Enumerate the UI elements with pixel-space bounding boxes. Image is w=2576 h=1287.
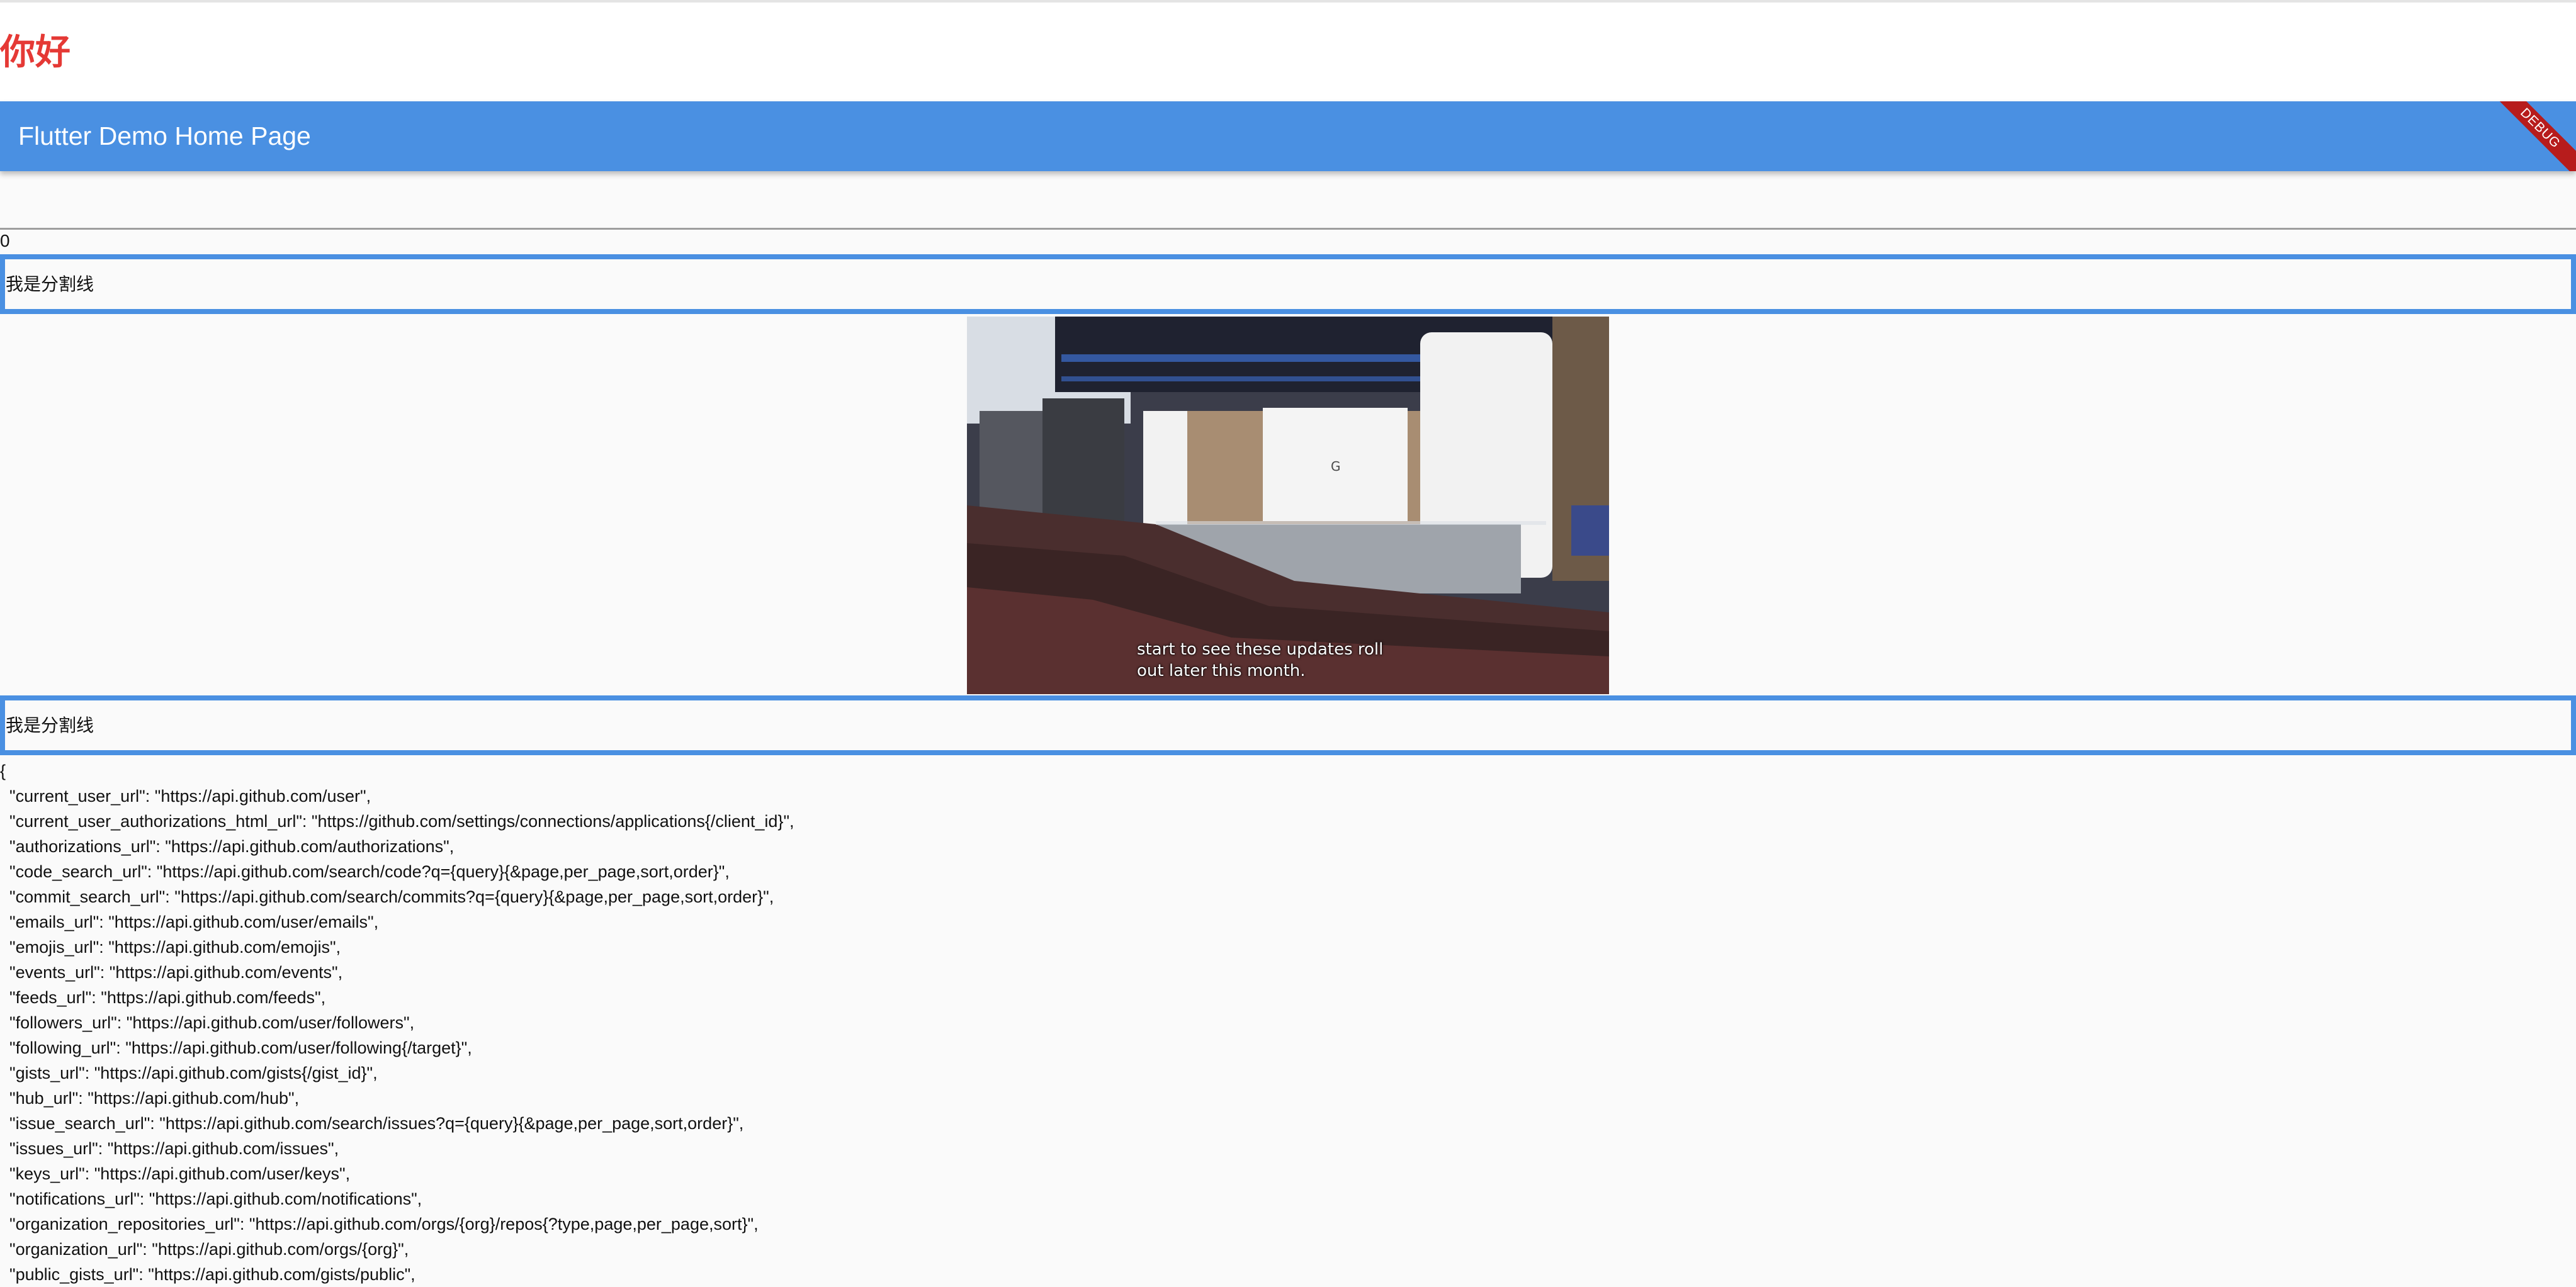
video-frame-illustration: G [967,317,1609,694]
greeting-area: 你好 [0,3,2576,101]
json-line: "feeds_url": "https://api.github.com/fee… [0,988,326,1007]
json-line: "authorizations_url": "https://api.githu… [0,837,455,856]
json-line: "emails_url": "https://api.github.com/us… [0,913,379,931]
svg-text:G: G [1331,459,1341,474]
divider-box: 我是分割线 [0,254,2576,314]
json-line: "following_url": "https://api.github.com… [0,1038,472,1057]
greeting-text: 你好 [0,32,71,73]
json-line: "events_url": "https://api.github.com/ev… [0,963,343,982]
json-line: "organization_repositories_url": "https:… [0,1215,759,1234]
json-line: "issues_url": "https://api.github.com/is… [0,1139,339,1158]
video-player[interactable]: G start to see these updates roll out la… [967,317,1609,694]
debug-banner: DEBUG [2482,101,2576,171]
json-line: "followers_url": "https://api.github.com… [0,1013,415,1032]
json-line: "public_gists_url": "https://api.github.… [0,1265,415,1284]
video-caption-line: start to see these updates roll [1137,640,1384,659]
json-response-text: { "current_user_url": "https://api.githu… [0,758,2576,1287]
json-line: "commit_search_url": "https://api.github… [0,887,774,906]
json-line: "emojis_url": "https://api.github.com/em… [0,938,341,957]
json-line: { [0,762,6,780]
json-line: "code_search_url": "https://api.github.c… [0,862,730,881]
app-bar: Flutter Demo Home Page DEBUG [0,101,2576,171]
json-line: "organization_url": "https://api.github.… [0,1240,409,1259]
divider-label: 我是分割线 [6,715,94,736]
counter-value: 0 [0,231,10,250]
divider-label: 我是分割线 [6,274,94,295]
divider-box: 我是分割线 [0,695,2576,755]
json-line: "keys_url": "https://api.github.com/user… [0,1164,351,1183]
video-caption: start to see these updates roll out late… [1137,639,1408,682]
json-line: "hub_url": "https://api.github.com/hub", [0,1089,300,1108]
json-line: "current_user_authorizations_html_url": … [0,812,794,831]
text-input[interactable] [0,176,2576,230]
app-bar-title: Flutter Demo Home Page [18,121,311,150]
json-line: "notifications_url": "https://api.github… [0,1189,422,1208]
json-line: "issue_search_url": "https://api.github.… [0,1114,744,1133]
json-line: "gists_url": "https://api.github.com/gis… [0,1064,378,1082]
json-line: "current_user_url": "https://api.github.… [0,787,371,806]
video-caption-line: out later this month. [1137,661,1306,680]
